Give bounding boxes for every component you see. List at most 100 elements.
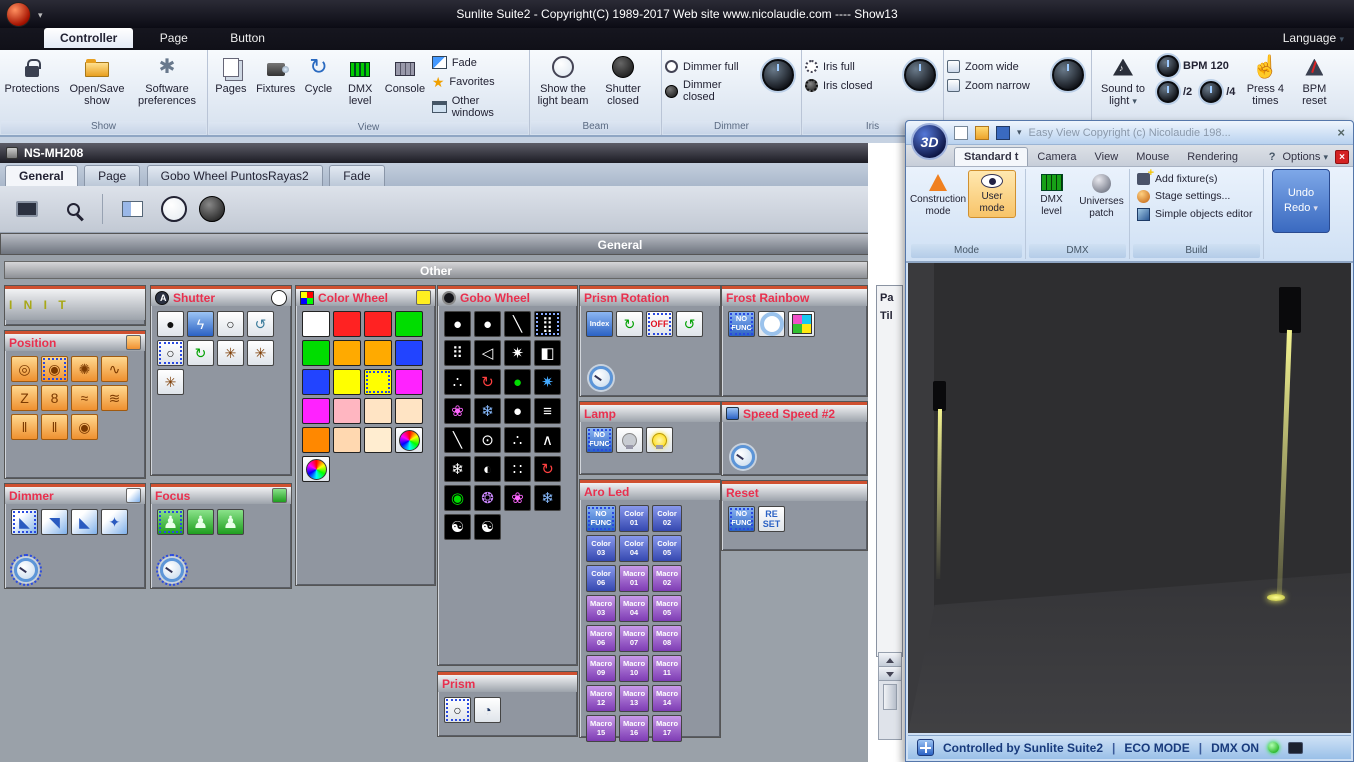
user-mode-button[interactable]: User mode	[968, 170, 1016, 218]
aro-led-button[interactable]: NO FUNC	[586, 505, 616, 532]
gobo-button[interactable]: ∷	[504, 456, 531, 482]
aro-led-button[interactable]: Macro 16	[619, 715, 649, 742]
color-swatch-button[interactable]	[302, 311, 330, 337]
color-swatch-button[interactable]	[395, 398, 423, 424]
tab-gobo-wheel-puntosrayas2[interactable]: Gobo Wheel PuntosRayas2	[146, 165, 323, 186]
moving-head-fixture-2[interactable]	[1279, 287, 1301, 333]
frost-button[interactable]: NO FUNC	[728, 311, 755, 337]
shutter-preset-button[interactable]: ●	[157, 311, 184, 337]
show-light-beam-button[interactable]: Show the light beam	[531, 51, 595, 110]
aro-led-button[interactable]: Macro 13	[619, 685, 649, 712]
div2-knob[interactable]	[1157, 81, 1179, 103]
shutter-open-preview[interactable]	[271, 289, 287, 306]
beam-closed-preview-button[interactable]	[199, 196, 225, 222]
color-swatch-button[interactable]	[364, 398, 392, 424]
color-swatch-button[interactable]	[333, 340, 361, 366]
iris-closed-button[interactable]: Iris closed	[803, 76, 898, 95]
gobo-button[interactable]: ↻	[474, 369, 501, 395]
software-preferences-button[interactable]: ✱ Software preferences	[131, 51, 203, 110]
position-preset-button[interactable]: ◉	[41, 356, 68, 382]
open-save-show-button[interactable]: Open/Save show	[63, 51, 131, 110]
ev-tab-camera[interactable]: Camera	[1028, 148, 1085, 166]
color-wheel-header-button[interactable]	[416, 290, 431, 305]
monitor-icon[interactable]	[1288, 741, 1304, 754]
aro-led-button[interactable]: Macro 17	[652, 715, 682, 742]
aro-led-button[interactable]: Macro 03	[586, 595, 616, 622]
aro-led-button[interactable]: Macro 04	[619, 595, 649, 622]
ev-tab-rendering[interactable]: Rendering	[1178, 148, 1247, 166]
layout-button[interactable]	[115, 193, 149, 225]
dimmer-preset-button[interactable]: ◥	[41, 509, 68, 535]
aro-led-button[interactable]: Macro 05	[652, 595, 682, 622]
dimmer-dial[interactable]	[10, 554, 42, 586]
easyview-3d-viewport[interactable]	[908, 263, 1351, 733]
aro-led-button[interactable]: Macro 01	[619, 565, 649, 592]
press-4-times-button[interactable]: ☝ Press 4 times	[1239, 51, 1291, 110]
prism-rotation-button[interactable]: ↻	[616, 311, 643, 337]
dimmer-preset-button[interactable]: ◣	[71, 509, 98, 535]
color-swatch-button[interactable]	[333, 427, 361, 453]
tab-fixture-page[interactable]: Page	[84, 165, 141, 186]
scroll-thumb[interactable]	[883, 684, 897, 710]
color-swatch-button[interactable]	[333, 311, 361, 337]
favorites-button[interactable]: ★ Favorites	[428, 72, 528, 92]
aro-led-button[interactable]: Color 01	[619, 505, 649, 532]
shutter-preset-button[interactable]: ✳	[157, 369, 184, 395]
aro-led-button[interactable]: Color 02	[652, 505, 682, 532]
gobo-button[interactable]: ❄	[534, 485, 561, 511]
color-swatch-button[interactable]	[395, 369, 423, 395]
aro-led-button[interactable]: Macro 10	[619, 655, 649, 682]
gobo-button[interactable]: ●	[444, 311, 471, 337]
iris-knob[interactable]	[904, 59, 936, 91]
position-preset-button[interactable]: ✺	[71, 356, 98, 382]
gobo-button[interactable]: ❂	[474, 485, 501, 511]
app-logo-icon[interactable]	[6, 2, 31, 27]
color-swatch-button[interactable]	[395, 427, 423, 453]
zoom-narrow-button[interactable]: Zoom narrow	[945, 76, 1046, 95]
dimmer-preset-button[interactable]: ✦	[101, 509, 128, 535]
gobo-button[interactable]: ●	[504, 398, 531, 424]
fade-button[interactable]: Fade	[428, 53, 528, 72]
gobo-button[interactable]: ⠿	[444, 340, 471, 366]
console-button[interactable]: Console	[382, 51, 428, 98]
gobo-button[interactable]: ◧	[534, 340, 561, 366]
aro-led-button[interactable]: Macro 09	[586, 655, 616, 682]
help-icon[interactable]: ?	[1269, 151, 1276, 163]
scrollbar-fragment[interactable]	[878, 652, 902, 740]
dimmer-header-button[interactable]	[126, 488, 141, 503]
dimmer-preset-button[interactable]: ◣	[11, 509, 38, 535]
zoom-knob[interactable]	[1052, 59, 1084, 91]
close-view-icon[interactable]: ×	[1335, 150, 1349, 164]
options-menu[interactable]: Options ▾	[1282, 151, 1328, 163]
position-preset-button[interactable]: ‖	[11, 414, 38, 440]
prism-preset-button[interactable]: ◔	[474, 697, 501, 723]
prism-rotation-button[interactable]: ↺	[676, 311, 703, 337]
gobo-button[interactable]: ❄	[444, 456, 471, 482]
scroll-up-icon[interactable]	[879, 653, 901, 667]
shutter-preset-button[interactable]: ○	[157, 340, 184, 366]
gobo-button[interactable]: ≡	[534, 398, 561, 424]
position-preset-button[interactable]: ≋	[101, 385, 128, 411]
frost-button[interactable]	[788, 311, 815, 337]
close-icon[interactable]: ×	[1337, 125, 1345, 140]
moving-head-fixture-1[interactable]	[933, 381, 946, 411]
prism-rotation-dial[interactable]	[589, 366, 613, 390]
zoom-search-button[interactable]	[56, 193, 90, 225]
shutter-preset-button[interactable]: ✳	[217, 340, 244, 366]
open-file-icon[interactable]	[975, 125, 989, 140]
gobo-button[interactable]: ↻	[534, 456, 561, 482]
aro-led-button[interactable]: Macro 12	[586, 685, 616, 712]
dmx-level-button-ev[interactable]: DMX level	[1029, 170, 1074, 221]
prism-rotation-button[interactable]: Index	[586, 311, 613, 337]
gobo-button[interactable]: ∴	[504, 427, 531, 453]
shutter-preset-button[interactable]: ○	[217, 311, 244, 337]
display-button[interactable]	[10, 193, 44, 225]
gobo-button[interactable]: ✷	[534, 369, 561, 395]
cycle-button[interactable]: ↻ Cycle	[299, 51, 339, 98]
toolbar-dropdown-icon[interactable]: ▾	[1017, 127, 1022, 138]
gobo-button[interactable]: ✷	[504, 340, 531, 366]
color-swatch-button[interactable]	[302, 427, 330, 453]
position-preset-button[interactable]: 8	[41, 385, 68, 411]
other-section-bar[interactable]: Other	[4, 261, 868, 279]
tab-button[interactable]: Button	[214, 28, 281, 48]
